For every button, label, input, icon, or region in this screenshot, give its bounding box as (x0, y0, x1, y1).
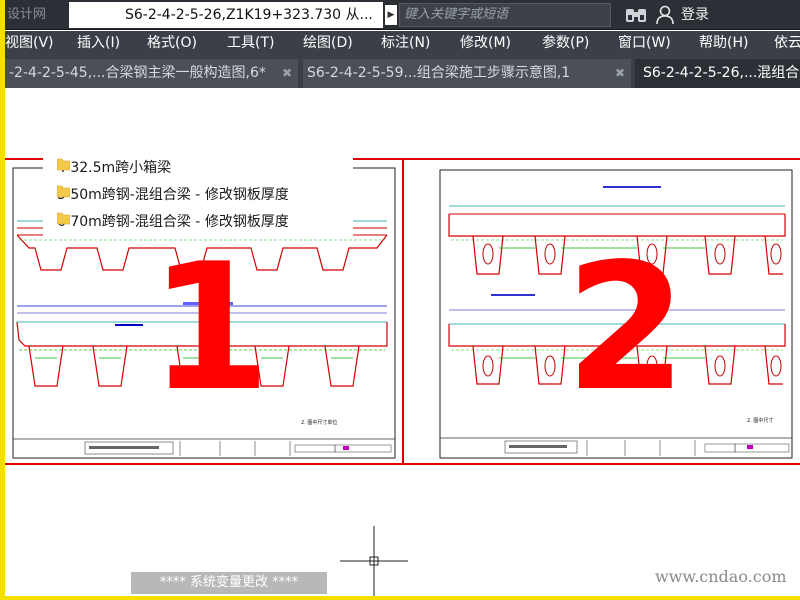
menu-help[interactable]: 帮助(H) (699, 31, 748, 56)
menu-draw[interactable]: 绘图(D) (303, 31, 353, 56)
menu-bar: 视图(V) 插入(I) 格式(O) 工具(T) 绘图(D) 标注(N) 修改(M… (5, 31, 800, 56)
tab-label: S6-2-4-2-5-26,...混组合 (643, 65, 800, 81)
document-title: S6-2-4-2-5-26,Z1K19+323.730 从... (69, 2, 383, 28)
bottom-highlight-border (0, 596, 800, 600)
tab-label: -2-4-2-5-45,...合梁钢主梁一般构造图,6* (9, 65, 266, 81)
status-message: **** 系统变量更改 **** (131, 572, 327, 594)
folder-label: 5 50m跨钢-混组合梁 - 修改钢板厚度 (57, 187, 289, 203)
folder-icon (57, 212, 70, 225)
svg-text:2. 图中尺寸: 2. 图中尺寸 (747, 417, 773, 424)
folder-list-overlay: 4 32.5m跨小箱梁 5 50m跨钢-混组合梁 - 修改钢板厚度 6 70m跨… (43, 154, 353, 238)
crosshair-cursor-icon (340, 526, 408, 596)
menu-format[interactable]: 格式(O) (147, 31, 197, 56)
autocad-window: 设计网 S6-2-4-2-5-26,Z1K19+323.730 从... ▶ 键… (5, 0, 800, 596)
tab-label: S6-2-4-2-5-59...组合梁施工步骤示意图,1 (307, 65, 571, 81)
menu-view[interactable]: 视图(V) (5, 31, 54, 56)
folder-label: 4 32.5m跨小箱梁 (57, 160, 172, 176)
annotation-number-2: 2 (565, 227, 687, 430)
folder-icon (57, 158, 70, 171)
search-input[interactable]: 键入关键字或短语 (399, 3, 611, 27)
folder-label: 6 70m跨钢-混组合梁 - 修改钢板厚度 (57, 214, 289, 230)
title-bar: 设计网 S6-2-4-2-5-26,Z1K19+323.730 从... ▶ 键… (5, 0, 800, 30)
menu-window[interactable]: 窗口(W) (618, 31, 671, 56)
annotation-number-1: 1 (149, 227, 271, 430)
document-tabs: -2-4-2-5-45,...合梁钢主梁一般构造图,6* ✖ S6-2-4-2-… (5, 56, 800, 88)
expand-arrow-icon[interactable]: ▶ (385, 5, 397, 25)
close-icon[interactable]: ✖ (282, 59, 292, 88)
folder-item-70m[interactable]: 6 70m跨钢-混组合梁 - 修改钢板厚度 (57, 211, 289, 233)
tab-document-2[interactable]: S6-2-4-2-5-59...组合梁施工步骤示意图,1 ✖ (303, 59, 631, 88)
drawing-canvas[interactable]: 2. 图中尺寸单位 2. 图中尺寸 1 2 4 32.5m跨小箱梁 5 50m跨… (5, 88, 800, 596)
folder-icon (57, 185, 70, 198)
menu-parameter[interactable]: 参数(P) (542, 31, 589, 56)
folder-item-50m[interactable]: 5 50m跨钢-混组合梁 - 修改钢板厚度 (57, 184, 289, 206)
menu-modify[interactable]: 修改(M) (460, 31, 511, 56)
svg-text:2. 图中尺寸单位: 2. 图中尺寸单位 (301, 419, 337, 426)
folder-item-32-5m[interactable]: 4 32.5m跨小箱梁 (57, 157, 171, 179)
tab-document-3-active[interactable]: S6-2-4-2-5-26,...混组合 (635, 59, 800, 88)
menu-insert[interactable]: 插入(I) (77, 31, 120, 56)
watermark-text: www.cndao.com (655, 567, 787, 586)
close-icon[interactable]: ✖ (615, 59, 625, 88)
menu-dimension[interactable]: 标注(N) (381, 31, 430, 56)
login-link[interactable]: 登录 (681, 5, 709, 25)
tab-document-1[interactable]: -2-4-2-5-45,...合梁钢主梁一般构造图,6* ✖ (5, 59, 298, 88)
app-logo: 设计网 (7, 7, 47, 22)
user-icon[interactable] (655, 5, 675, 25)
menu-yiyun[interactable]: 依云 (774, 31, 800, 56)
menu-tools[interactable]: 工具(T) (227, 31, 274, 56)
binoculars-icon[interactable] (625, 6, 647, 24)
